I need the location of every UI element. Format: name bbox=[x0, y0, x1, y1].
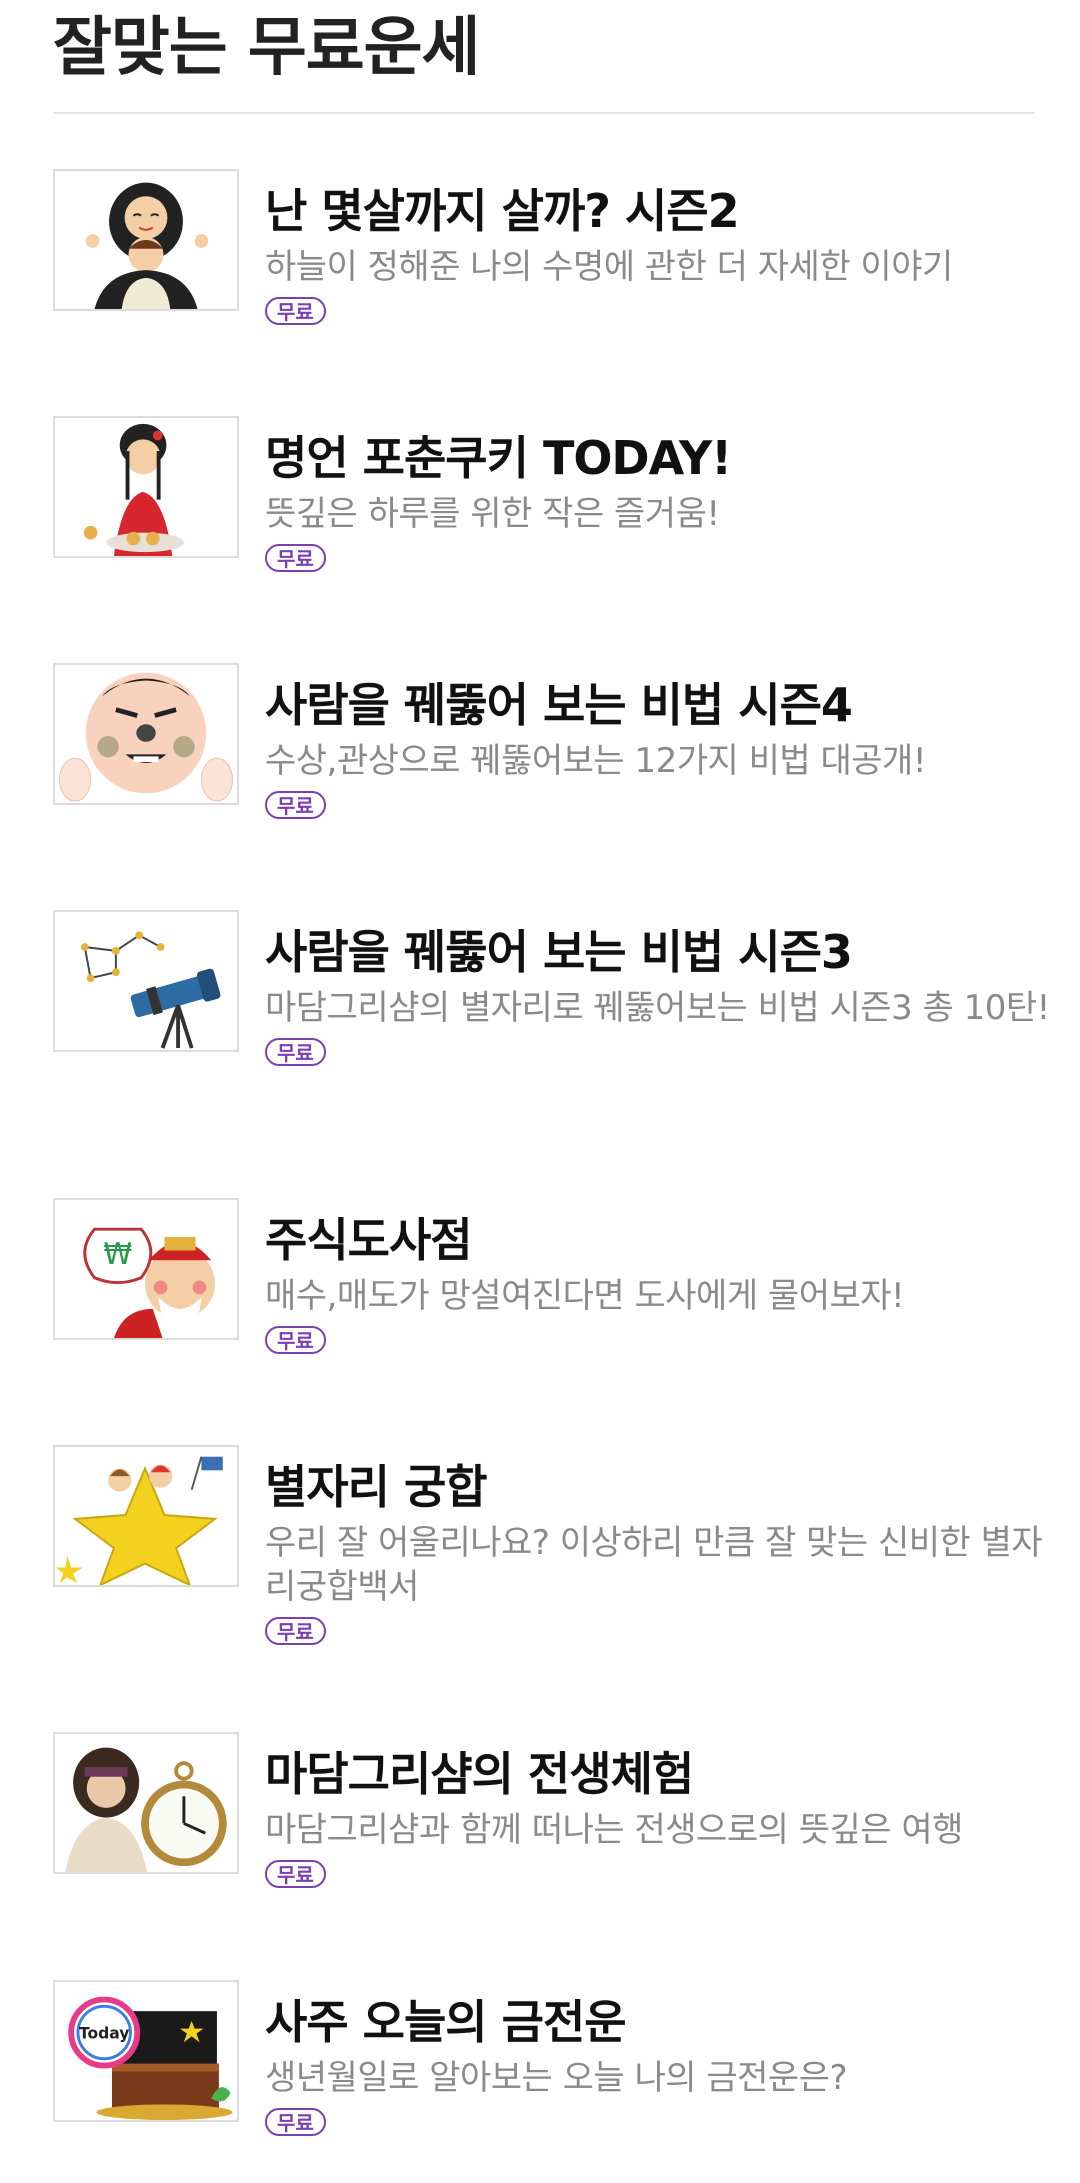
long-life-couple-icon bbox=[53, 169, 239, 311]
svg-text:₩: ₩ bbox=[103, 1237, 132, 1271]
item-title: 사람을 꿰뚫어 보는 비법 시즌4 bbox=[265, 678, 853, 732]
item-title: 난 몇살까지 살까? 시즌2 bbox=[265, 184, 740, 238]
item-title: 사주 오늘의 금전운 bbox=[265, 1995, 627, 2049]
free-badge: 무료 bbox=[265, 297, 326, 325]
pocket-watch-fortune-teller-icon bbox=[53, 1732, 239, 1874]
item-description: 생년월일로 알아보는 오늘 나의 금전운은? bbox=[265, 2058, 848, 2098]
item-title: 별자리 궁합 bbox=[265, 1460, 488, 1514]
list-item[interactable]: 마담그리샴의 전생체험 마담그리샴과 함께 떠나는 전생으로의 뜻깊은 여행 무… bbox=[53, 1732, 1043, 1932]
item-title: 마담그리샴의 전생체험 bbox=[265, 1747, 694, 1801]
free-badge: 무료 bbox=[265, 1860, 326, 1888]
item-title: 사람을 꿰뚫어 보는 비법 시즌3 bbox=[265, 925, 853, 979]
item-description: 뜻깊은 하루를 위한 작은 즐거움! bbox=[265, 494, 720, 534]
list-item[interactable]: ₩ 주식도사점 매수,매도가 망설여진다면 도사에게 물어보자! 무료 bbox=[53, 1198, 1043, 1398]
free-badge: 무료 bbox=[265, 1617, 326, 1645]
list-item[interactable]: 사람을 꿰뚫어 보는 비법 시즌4 수상,관상으로 꿰뚫어보는 12가지 비법 … bbox=[53, 663, 1043, 863]
star-couple-icon bbox=[53, 1445, 239, 1587]
page: 잘맞는 무료운세 난 몇살까지 살까? 시즌2 하늘이 정해준 나의 수명에 관… bbox=[0, 0, 1080, 2183]
item-description: 수상,관상으로 꿰뚫어보는 12가지 비법 대공개! bbox=[265, 741, 926, 781]
item-description: 마담그리샴과 함께 떠나는 전생으로의 뜻깊은 여행 bbox=[265, 1810, 963, 1850]
face-reading-icon bbox=[53, 663, 239, 805]
list-item[interactable]: 별자리 궁합 우리 잘 어울리나요? 이상하리 만큼 잘 맞는 신비한 별자리궁… bbox=[53, 1445, 1043, 1645]
item-title: 명언 포춘쿠키 TODAY! bbox=[265, 431, 732, 485]
header: 잘맞는 무료운세 bbox=[53, 0, 1035, 114]
treasure-chest-today-icon: Today bbox=[53, 1980, 239, 2122]
free-badge: 무료 bbox=[265, 791, 326, 819]
item-description: 하늘이 정해준 나의 수명에 관한 더 자세한 이야기 bbox=[265, 247, 953, 287]
list-item[interactable]: 난 몇살까지 살까? 시즌2 하늘이 정해준 나의 수명에 관한 더 자세한 이… bbox=[53, 169, 1043, 369]
free-badge: 무료 bbox=[265, 544, 326, 572]
list-item[interactable]: Today 사주 오늘의 금전운 생년월일로 알아보는 오늘 나의 금전운은? … bbox=[53, 1980, 1043, 2180]
item-description: 마담그리샴의 별자리로 꿰뚫어보는 비법 시즌3 총 10탄! bbox=[265, 988, 1050, 1028]
item-description: 우리 잘 어울리나요? 이상하리 만큼 잘 맞는 신비한 별자리궁합백서 bbox=[265, 1523, 1043, 1607]
telescope-constellation-icon bbox=[53, 910, 239, 1052]
svg-text:Today: Today bbox=[79, 2024, 129, 2042]
page-title: 잘맞는 무료운세 bbox=[53, 11, 480, 85]
list-item[interactable]: 명언 포춘쿠키 TODAY! 뜻깊은 하루를 위한 작은 즐거움! 무료 bbox=[53, 416, 1043, 616]
free-badge: 무료 bbox=[265, 1038, 326, 1066]
list-item[interactable]: 사람을 꿰뚫어 보는 비법 시즌3 마담그리샴의 별자리로 꿰뚫어보는 비법 시… bbox=[53, 910, 1050, 1110]
item-description: 매수,매도가 망설여진다면 도사에게 물어보자! bbox=[265, 1276, 905, 1316]
item-title: 주식도사점 bbox=[265, 1213, 473, 1267]
free-badge: 무료 bbox=[265, 1326, 326, 1354]
money-sage-icon: ₩ bbox=[53, 1198, 239, 1340]
free-badge: 무료 bbox=[265, 2108, 326, 2136]
fortune-cookie-lady-icon bbox=[53, 416, 239, 558]
